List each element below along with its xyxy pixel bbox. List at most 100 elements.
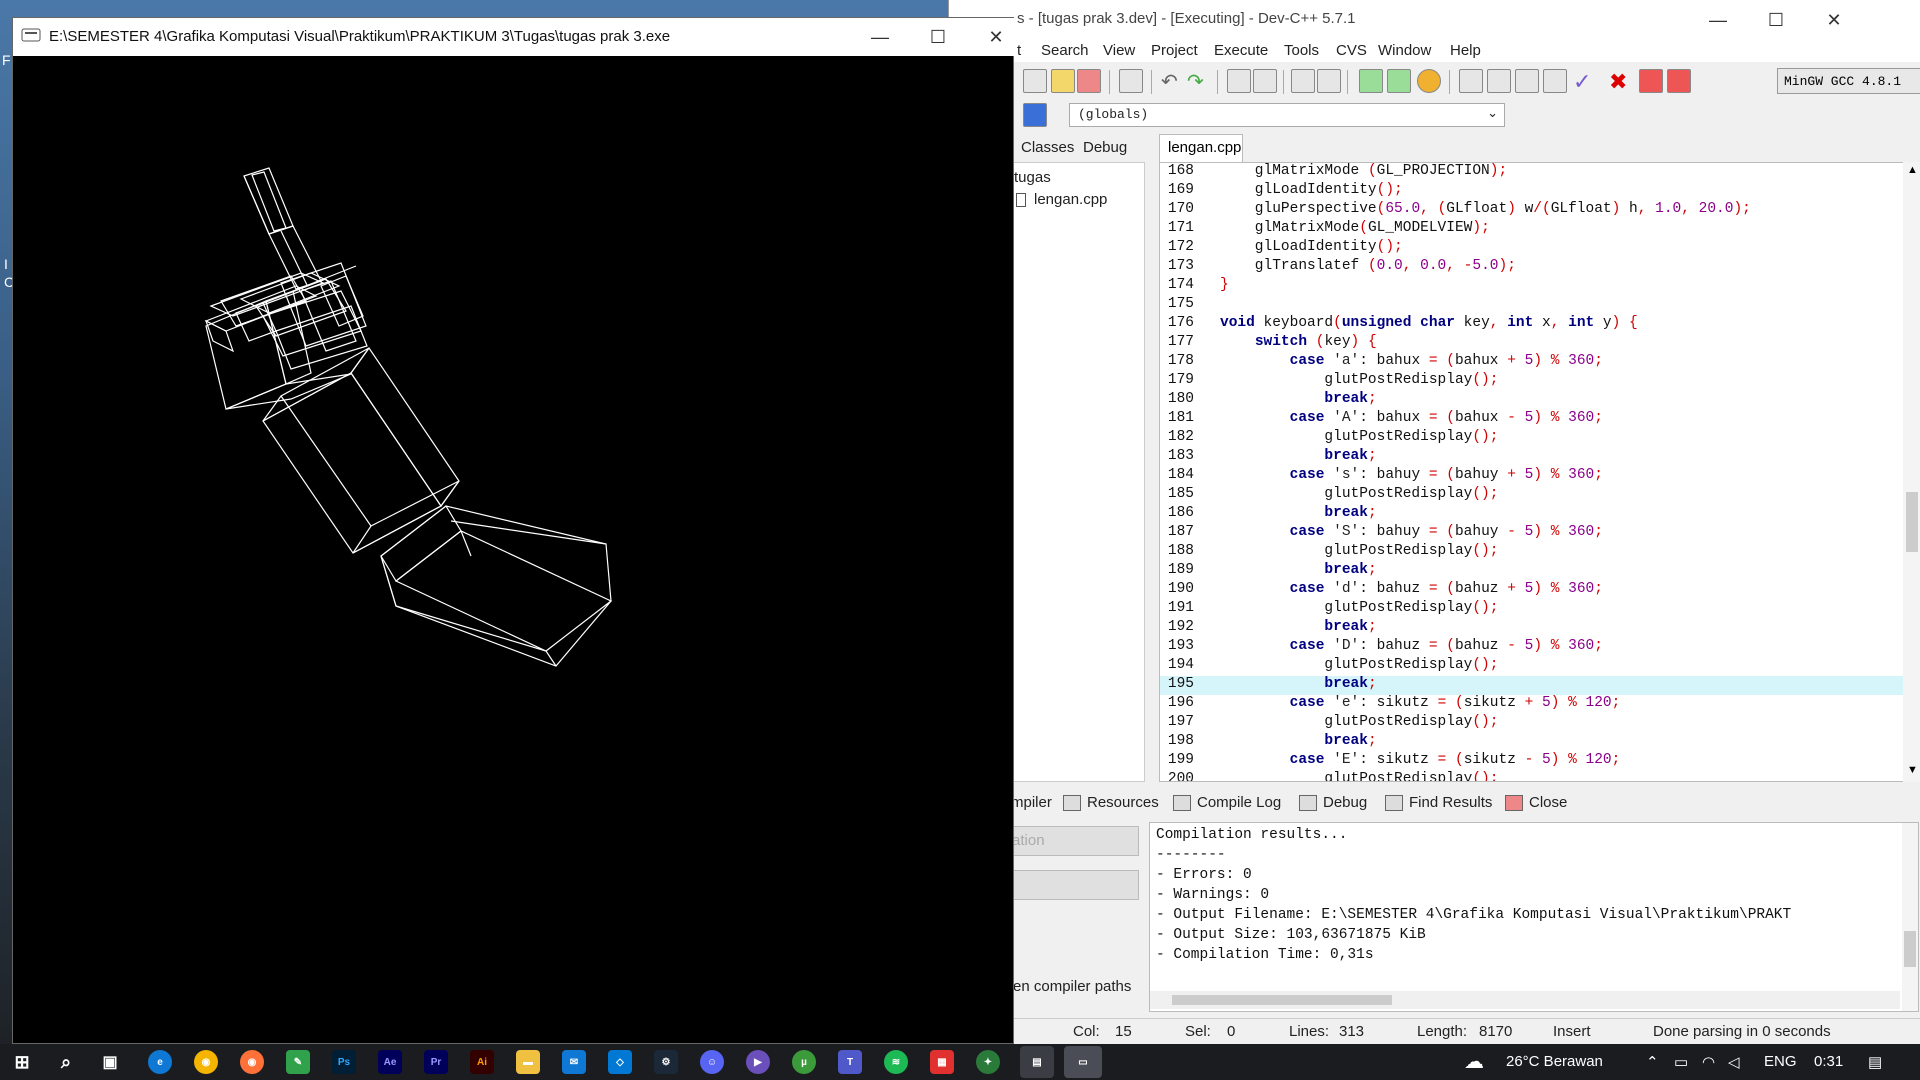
code-line[interactable]: 188 glutPostRedisplay();: [1160, 543, 1906, 562]
code-line[interactable]: 168 glMatrixMode (GL_PROJECTION);: [1160, 163, 1906, 182]
compile-log[interactable]: Compilation results... -------- - Errors: …: [1149, 822, 1919, 1012]
task-view-icon[interactable]: ▣: [98, 1050, 122, 1074]
opengl-titlebar[interactable]: E:\SEMESTER 4\Grafika Komputasi Visual\P…: [13, 18, 1015, 56]
syntax-check-icon[interactable]: ✓: [1573, 69, 1597, 94]
log-hscroll[interactable]: [1150, 991, 1900, 1009]
code-line[interactable]: 190 case 'd': bahuz = (bahuz + 5) % 360;: [1160, 581, 1906, 600]
close-file-icon[interactable]: [1023, 69, 1047, 93]
minimize-button[interactable]: —: [1689, 0, 1747, 40]
notification-icon[interactable]: ▤: [1868, 1053, 1882, 1071]
add-to-project-icon[interactable]: [1359, 69, 1383, 93]
scrollbar-thumb[interactable]: [1906, 492, 1918, 552]
console-taskbar-icon[interactable]: ▭: [1064, 1046, 1102, 1078]
stop-icon[interactable]: ✖: [1609, 69, 1633, 94]
code-line[interactable]: 195 break;: [1160, 676, 1906, 695]
volume-icon[interactable]: ◁: [1728, 1053, 1740, 1071]
premiere-icon[interactable]: Pr: [424, 1050, 448, 1074]
code-line[interactable]: 198 break;: [1160, 733, 1906, 752]
opengl-window[interactable]: E:\SEMESTER 4\Grafika Komputasi Visual\P…: [12, 17, 1015, 1044]
close-button[interactable]: ✕: [1805, 0, 1863, 40]
code-line[interactable]: 181 case 'A': bahux = (bahux - 5) % 360;: [1160, 410, 1906, 429]
wifi-icon[interactable]: ◠: [1702, 1053, 1715, 1071]
tab-debug-bottom[interactable]: Debug: [1299, 794, 1367, 811]
code-line[interactable]: 172 glLoadIdentity();: [1160, 239, 1906, 258]
code-line[interactable]: 170 gluPerspective(65.0, (GLfloat) w/(GL…: [1160, 201, 1906, 220]
editor-scrollbar[interactable]: ▲ ▼: [1903, 162, 1920, 782]
chart-icon[interactable]: [1639, 69, 1663, 93]
menu-window[interactable]: Window: [1378, 42, 1431, 59]
xbox-icon[interactable]: ✦: [976, 1050, 1000, 1074]
tab-find-results[interactable]: Find Results: [1385, 794, 1492, 811]
compile-run-icon[interactable]: [1515, 69, 1539, 93]
tab-debug[interactable]: Debug: [1083, 139, 1127, 156]
code-line[interactable]: 192 break;: [1160, 619, 1906, 638]
menu-help[interactable]: Help: [1450, 42, 1481, 59]
project-options-icon[interactable]: [1417, 69, 1441, 93]
code-line[interactable]: 200 glutPostRedisplay();: [1160, 771, 1906, 781]
profile-icon[interactable]: [1667, 69, 1691, 93]
redo-icon[interactable]: ↷: [1187, 69, 1211, 93]
code-line[interactable]: 182 glutPostRedisplay();: [1160, 429, 1906, 448]
tab-classes[interactable]: Classes: [1021, 139, 1074, 156]
undo-icon[interactable]: ↶: [1161, 69, 1185, 93]
tab-lengan-cpp[interactable]: lengan.cpp: [1159, 134, 1243, 162]
winrar-icon[interactable]: ▦: [930, 1050, 954, 1074]
run-icon[interactable]: [1487, 69, 1511, 93]
code-line[interactable]: 169 glLoadIdentity();: [1160, 182, 1906, 201]
indent-icon[interactable]: [1317, 69, 1341, 93]
tree-file[interactable]: lengan.cpp: [1034, 191, 1107, 208]
coreldraw-icon[interactable]: ✎: [286, 1050, 310, 1074]
close-button[interactable]: ✕: [967, 17, 1025, 57]
media-player-icon[interactable]: ▶: [746, 1050, 770, 1074]
code-line[interactable]: 177 switch (key) {: [1160, 334, 1906, 353]
spotify-icon[interactable]: ≋: [884, 1050, 908, 1074]
chevron-up-icon[interactable]: ⌃: [1646, 1053, 1659, 1071]
code-line[interactable]: 173 glTranslatef (0.0, 0.0, -5.0);: [1160, 258, 1906, 277]
code-line[interactable]: 186 break;: [1160, 505, 1906, 524]
maximize-button[interactable]: ☐: [1747, 0, 1805, 40]
bookmark-icon[interactable]: [1023, 103, 1047, 127]
menu-cvs[interactable]: CVS: [1336, 42, 1367, 59]
menu-execute[interactable]: Execute: [1214, 42, 1268, 59]
menu-view[interactable]: View: [1103, 42, 1135, 59]
scroll-down-icon[interactable]: ▼: [1907, 764, 1918, 776]
chrome-icon[interactable]: ◉: [194, 1050, 218, 1074]
compiler-paths-label[interactable]: en compiler paths: [1013, 978, 1131, 995]
devcpp-taskbar-icon[interactable]: ▤: [1020, 1046, 1054, 1078]
code-line[interactable]: 194 glutPostRedisplay();: [1160, 657, 1906, 676]
compile-icon[interactable]: [1459, 69, 1483, 93]
code-line[interactable]: 196 case 'e': sikutz = (sikutz + 5) % 12…: [1160, 695, 1906, 714]
search-icon[interactable]: ⌕: [54, 1050, 78, 1074]
teams-icon[interactable]: T: [838, 1050, 862, 1074]
scroll-up-icon[interactable]: ▲: [1907, 164, 1918, 176]
code-line[interactable]: 180 break;: [1160, 391, 1906, 410]
battery-icon[interactable]: ▭: [1674, 1053, 1688, 1071]
code-line[interactable]: 183 break;: [1160, 448, 1906, 467]
file-explorer-icon[interactable]: ▬: [516, 1050, 540, 1074]
after-effects-icon[interactable]: Ae: [378, 1050, 402, 1074]
code-line[interactable]: 179 glutPostRedisplay();: [1160, 372, 1906, 391]
code-line[interactable]: 175: [1160, 296, 1906, 315]
weather-text[interactable]: 26°C Berawan: [1506, 1053, 1603, 1070]
tab-compile-log[interactable]: Compile Log: [1173, 794, 1281, 811]
tab-resources[interactable]: Resources: [1063, 794, 1159, 811]
remove-from-project-icon[interactable]: [1387, 69, 1411, 93]
photoshop-icon[interactable]: Ps: [332, 1050, 356, 1074]
menu-search[interactable]: Search: [1041, 42, 1089, 59]
goto-line-icon[interactable]: [1291, 69, 1315, 93]
code-line[interactable]: 174}: [1160, 277, 1906, 296]
code-line[interactable]: 178 case 'a': bahux = (bahux + 5) % 360;: [1160, 353, 1906, 372]
steam-icon[interactable]: ⚙: [654, 1050, 678, 1074]
code-line[interactable]: 199 case 'E': sikutz = (sikutz - 5) % 12…: [1160, 752, 1906, 771]
illustrator-icon[interactable]: Ai: [470, 1050, 494, 1074]
code-line[interactable]: 185 glutPostRedisplay();: [1160, 486, 1906, 505]
code-line[interactable]: 191 glutPostRedisplay();: [1160, 600, 1906, 619]
code-line[interactable]: 171 glMatrixMode(GL_MODELVIEW);: [1160, 220, 1906, 239]
discord-icon[interactable]: ☺: [700, 1050, 724, 1074]
code-line[interactable]: 176 void keyboard(unsigned char key, int …: [1160, 315, 1906, 334]
minimize-button[interactable]: —: [851, 17, 909, 57]
close-all-icon[interactable]: [1051, 69, 1075, 93]
vscroll-thumb[interactable]: [1904, 931, 1916, 967]
tree-project[interactable]: tugas: [1014, 169, 1051, 186]
utorrent-icon[interactable]: µ: [792, 1050, 816, 1074]
